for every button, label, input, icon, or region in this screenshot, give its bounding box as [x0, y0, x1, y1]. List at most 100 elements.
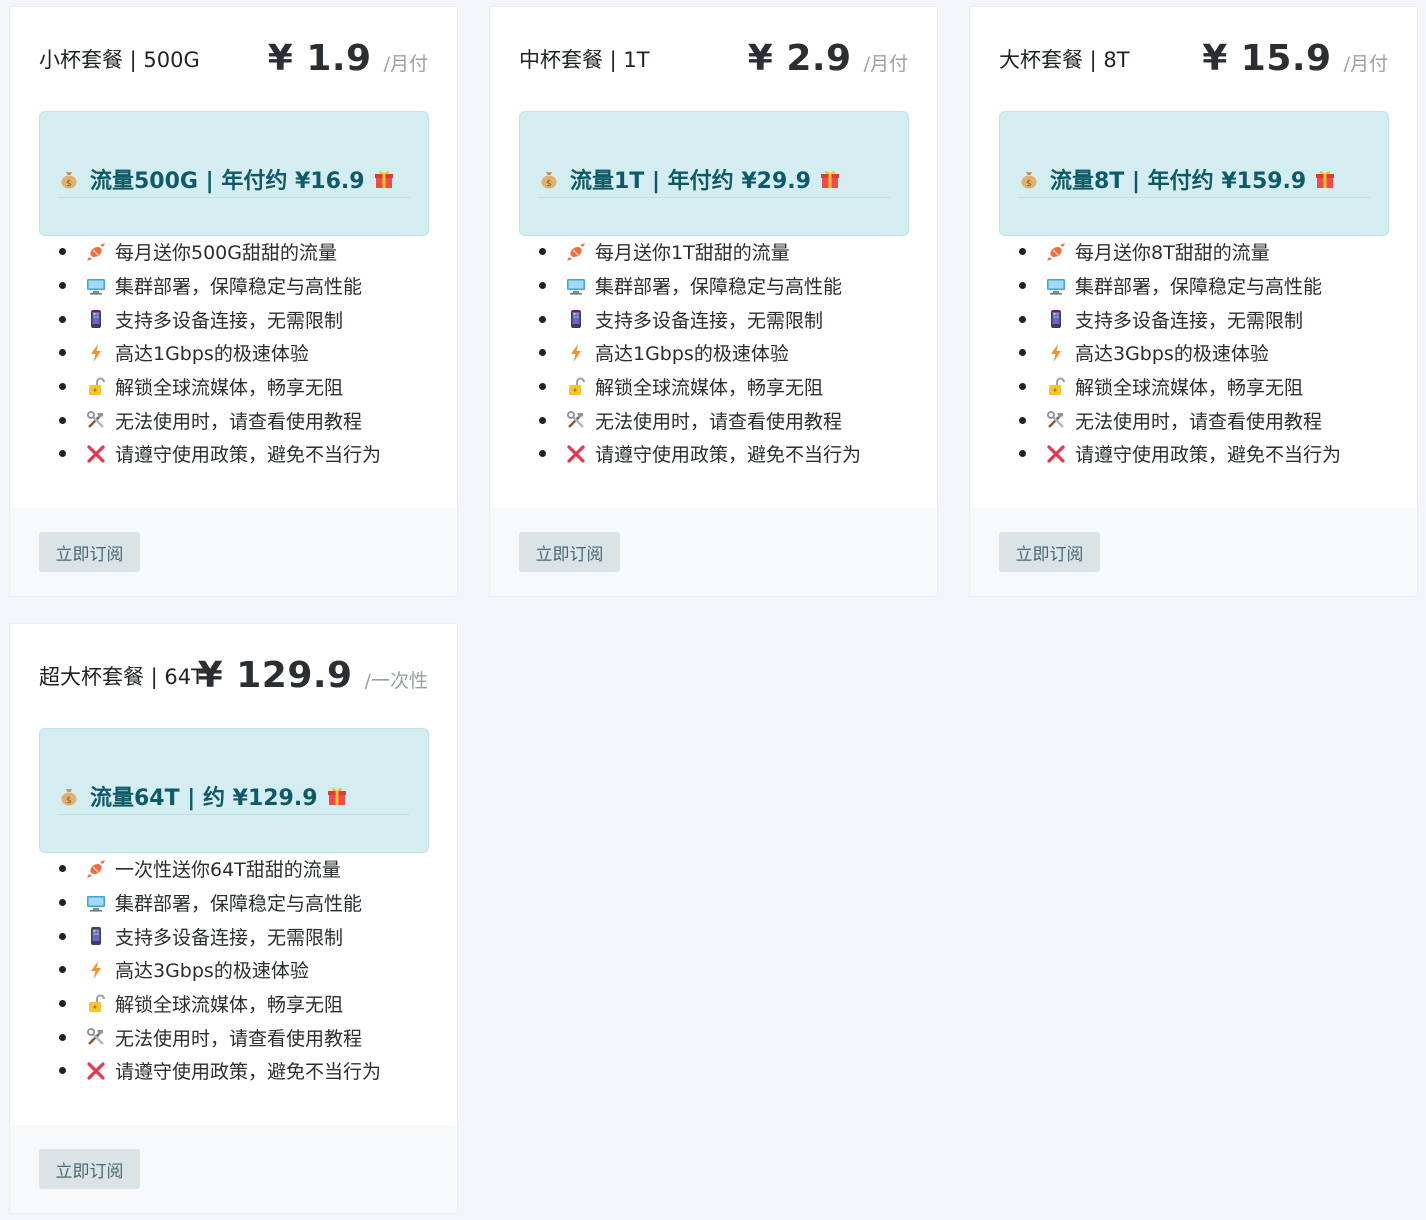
list-item: 解锁全球流媒体，畅享无阻 — [999, 370, 1407, 404]
list-item: 解锁全球流媒体，畅享无阻 — [39, 987, 447, 1021]
plan-header: 小杯套餐 | 500G ¥ 1.9 /月付 — [10, 7, 457, 111]
candy-icon — [565, 241, 587, 263]
price-value: ¥ 2.9 — [747, 38, 852, 79]
plan-header: 超大杯套餐 | 64T ¥ 129.9 /一次性 — [10, 624, 457, 728]
feature-list: 每月送你8T甜甜的流量 集群部署，保障稳定与高性能 支持多设备连接，无需限制 高… — [999, 235, 1407, 471]
plan-card-small: 小杯套餐 | 500G ¥ 1.9 /月付 $ 流量500G | 年付约 ¥16… — [9, 6, 458, 597]
mobile-phone-icon — [85, 925, 107, 947]
svg-text:$: $ — [1026, 179, 1032, 189]
list-item: 支持多设备连接，无需限制 — [39, 302, 447, 336]
mobile-phone-icon — [565, 308, 587, 330]
list-item: 高达1Gbps的极速体验 — [39, 336, 447, 370]
plan-header: 大杯套餐 | 8T ¥ 15.9 /月付 — [970, 7, 1417, 111]
desktop-icon — [565, 275, 587, 297]
gift-icon — [373, 168, 395, 190]
price-period: /月付 — [863, 53, 908, 75]
list-item: 集群部署，保障稳定与高性能 — [999, 269, 1407, 303]
mobile-phone-icon — [85, 308, 107, 330]
cross-mark-icon — [85, 1060, 107, 1082]
tools-icon — [1045, 409, 1067, 431]
list-item: 集群部署，保障稳定与高性能 — [39, 269, 447, 303]
plan-highlight: $ 流量8T | 年付约 ¥159.9 — [999, 111, 1389, 236]
price-period: /月付 — [383, 53, 428, 75]
cross-mark-icon — [1045, 443, 1067, 465]
list-item: 解锁全球流媒体，畅享无阻 — [39, 370, 447, 404]
list-item: 高达1Gbps的极速体验 — [519, 336, 927, 370]
plan-header: 中杯套餐 | 1T ¥ 2.9 /月付 — [490, 7, 937, 111]
list-item: 请遵守使用政策，避免不当行为 — [39, 1054, 447, 1088]
list-item: 无法使用时，请查看使用教程 — [39, 403, 447, 437]
feature-list: 每月送你500G甜甜的流量 集群部署，保障稳定与高性能 支持多设备连接，无需限制… — [39, 235, 447, 471]
card-footer: 立即订阅 — [10, 1125, 457, 1213]
list-item: 每月送你8T甜甜的流量 — [999, 235, 1407, 269]
subscribe-button[interactable]: 立即订阅 — [519, 532, 620, 572]
lightning-icon — [85, 342, 107, 364]
highlight-text: 流量64T | 约 ¥129.9 — [90, 785, 318, 811]
feature-list: 一次性送你64T甜甜的流量 集群部署，保障稳定与高性能 支持多设备连接，无需限制… — [39, 852, 447, 1088]
money-bag-icon: $ — [1018, 168, 1040, 190]
money-bag-icon: $ — [538, 168, 560, 190]
plan-name: 大杯套餐 | 8T — [999, 48, 1130, 72]
cross-mark-icon — [85, 443, 107, 465]
list-item: 请遵守使用政策，避免不当行为 — [39, 437, 447, 471]
price-value: ¥ 1.9 — [267, 38, 372, 79]
price: ¥ 2.9 /月付 — [748, 38, 908, 79]
svg-text:$: $ — [66, 179, 72, 189]
money-bag-icon: $ — [58, 168, 80, 190]
list-item: 无法使用时，请查看使用教程 — [39, 1020, 447, 1054]
candy-icon — [85, 858, 107, 880]
tools-icon — [85, 409, 107, 431]
subscribe-button[interactable]: 立即订阅 — [999, 532, 1100, 572]
subscribe-button[interactable]: 立即订阅 — [39, 1149, 140, 1189]
list-item: 每月送你500G甜甜的流量 — [39, 235, 447, 269]
lightning-icon — [85, 959, 107, 981]
desktop-icon — [1045, 275, 1067, 297]
plan-card-medium: 中杯套餐 | 1T ¥ 2.9 /月付 $ 流量1T | 年付约 ¥29.9 每… — [489, 6, 938, 597]
lightning-icon — [565, 342, 587, 364]
desktop-icon — [85, 275, 107, 297]
gift-icon — [819, 168, 841, 190]
list-item: 一次性送你64T甜甜的流量 — [39, 852, 447, 886]
unlock-icon — [565, 376, 587, 398]
cross-mark-icon — [565, 443, 587, 465]
tools-icon — [85, 1026, 107, 1048]
list-item: 高达3Gbps的极速体验 — [999, 336, 1407, 370]
mobile-phone-icon — [1045, 308, 1067, 330]
unlock-icon — [85, 993, 107, 1015]
subscribe-button[interactable]: 立即订阅 — [39, 532, 140, 572]
list-item: 请遵守使用政策，避免不当行为 — [519, 437, 927, 471]
list-item: 集群部署，保障稳定与高性能 — [39, 886, 447, 920]
desktop-icon — [85, 892, 107, 914]
card-footer: 立即订阅 — [970, 508, 1417, 596]
plan-name: 小杯套餐 | 500G — [39, 48, 200, 72]
feature-list: 每月送你1T甜甜的流量 集群部署，保障稳定与高性能 支持多设备连接，无需限制 高… — [519, 235, 927, 471]
list-item: 支持多设备连接，无需限制 — [39, 919, 447, 953]
list-item: 解锁全球流媒体，畅享无阻 — [519, 370, 927, 404]
price-period: /月付 — [1343, 53, 1388, 75]
price: ¥ 15.9 /月付 — [1202, 38, 1388, 79]
candy-icon — [85, 241, 107, 263]
svg-text:$: $ — [66, 796, 72, 806]
list-item: 支持多设备连接，无需限制 — [519, 302, 927, 336]
unlock-icon — [1045, 376, 1067, 398]
tools-icon — [565, 409, 587, 431]
price-value: ¥ 129.9 — [197, 655, 353, 696]
plan-highlight: $ 流量500G | 年付约 ¥16.9 — [39, 111, 429, 236]
price-period: /一次性 — [364, 670, 428, 692]
money-bag-icon: $ — [58, 785, 80, 807]
list-item: 无法使用时，请查看使用教程 — [999, 403, 1407, 437]
plan-highlight: $ 流量1T | 年付约 ¥29.9 — [519, 111, 909, 236]
gift-icon — [1314, 168, 1336, 190]
list-item: 高达3Gbps的极速体验 — [39, 953, 447, 987]
svg-text:$: $ — [546, 179, 552, 189]
list-item: 每月送你1T甜甜的流量 — [519, 235, 927, 269]
list-item: 无法使用时，请查看使用教程 — [519, 403, 927, 437]
plan-highlight: $ 流量64T | 约 ¥129.9 — [39, 728, 429, 853]
unlock-icon — [85, 376, 107, 398]
card-footer: 立即订阅 — [10, 508, 457, 596]
list-item: 请遵守使用政策，避免不当行为 — [999, 437, 1407, 471]
plan-card-large: 大杯套餐 | 8T ¥ 15.9 /月付 $ 流量8T | 年付约 ¥159.9… — [969, 6, 1418, 597]
card-footer: 立即订阅 — [490, 508, 937, 596]
lightning-icon — [1045, 342, 1067, 364]
list-item: 集群部署，保障稳定与高性能 — [519, 269, 927, 303]
